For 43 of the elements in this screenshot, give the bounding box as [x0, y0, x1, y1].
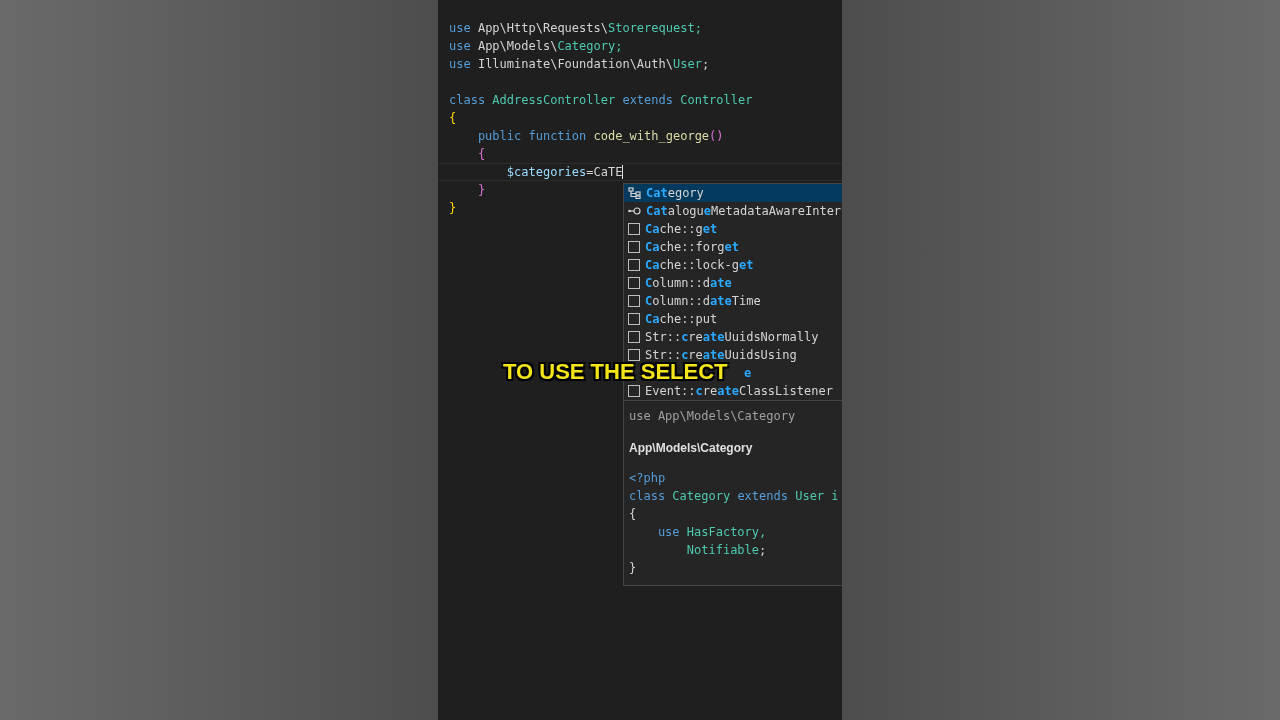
snippet-icon	[628, 241, 640, 253]
snippet-icon	[628, 295, 640, 307]
snippet-icon	[628, 385, 640, 397]
detail-title: App\Models\Category	[629, 441, 754, 455]
code-line: class AddressController extends Controller	[449, 92, 753, 108]
code-line: }	[629, 560, 638, 577]
code-line: }	[476, 182, 486, 198]
snippet-icon	[628, 259, 640, 271]
caption: TO USE THE SELECT	[503, 361, 728, 383]
code-line: use App\Models\Category;	[449, 38, 623, 54]
code-line: {	[476, 146, 486, 162]
snippet-icon	[628, 313, 640, 325]
suggestion-item[interactable]: Cache::lock-get	[624, 256, 842, 274]
code-line: use Illuminate\Foundation\Auth\User;	[449, 56, 710, 72]
code-line: <?php	[629, 470, 667, 487]
code-line: use HasFactory,	[656, 524, 768, 541]
code-line: {	[449, 110, 457, 126]
signature-text: use App\Models\Category	[629, 408, 797, 425]
suggestion-item[interactable]: Category	[624, 184, 842, 202]
suggestion-item[interactable]: Str::createUuidsUsing	[624, 346, 842, 364]
code-line: use App\Http\Requests\Storerequest;	[449, 20, 702, 36]
suggestion-item[interactable]: Str::createUuidsNormally	[624, 328, 842, 346]
text-cursor	[622, 165, 624, 179]
snippet-icon	[628, 331, 640, 343]
class-icon	[628, 187, 641, 199]
suggestion-item[interactable]: CatalogueMetadataAwareInter	[624, 202, 842, 220]
suggestion-item[interactable]: Column::dateTime	[624, 292, 842, 310]
code-line: class Category extends User i	[629, 488, 840, 505]
suggestion-item[interactable]: Column::date	[624, 274, 842, 292]
suggestion-item[interactable]: Cache::forget	[624, 238, 842, 256]
snippet-icon	[628, 223, 640, 235]
suggestion-item[interactable]: Cache::put	[624, 310, 842, 328]
code-line: public function code_with_george()	[476, 128, 724, 144]
suggestion-item[interactable]: Event::createClassListener	[624, 382, 842, 400]
code-line: {	[629, 506, 638, 523]
suggestion-item[interactable]: Cache::get	[624, 220, 842, 238]
snippet-icon	[628, 277, 640, 289]
snippet-icon	[628, 349, 640, 361]
code-line: }	[449, 200, 457, 216]
code-line: $categories=CaTE	[505, 164, 623, 180]
interface-icon	[628, 205, 641, 217]
suggestion-item[interactable]: e	[744, 366, 752, 380]
code-line: Notifiable;	[685, 542, 768, 559]
